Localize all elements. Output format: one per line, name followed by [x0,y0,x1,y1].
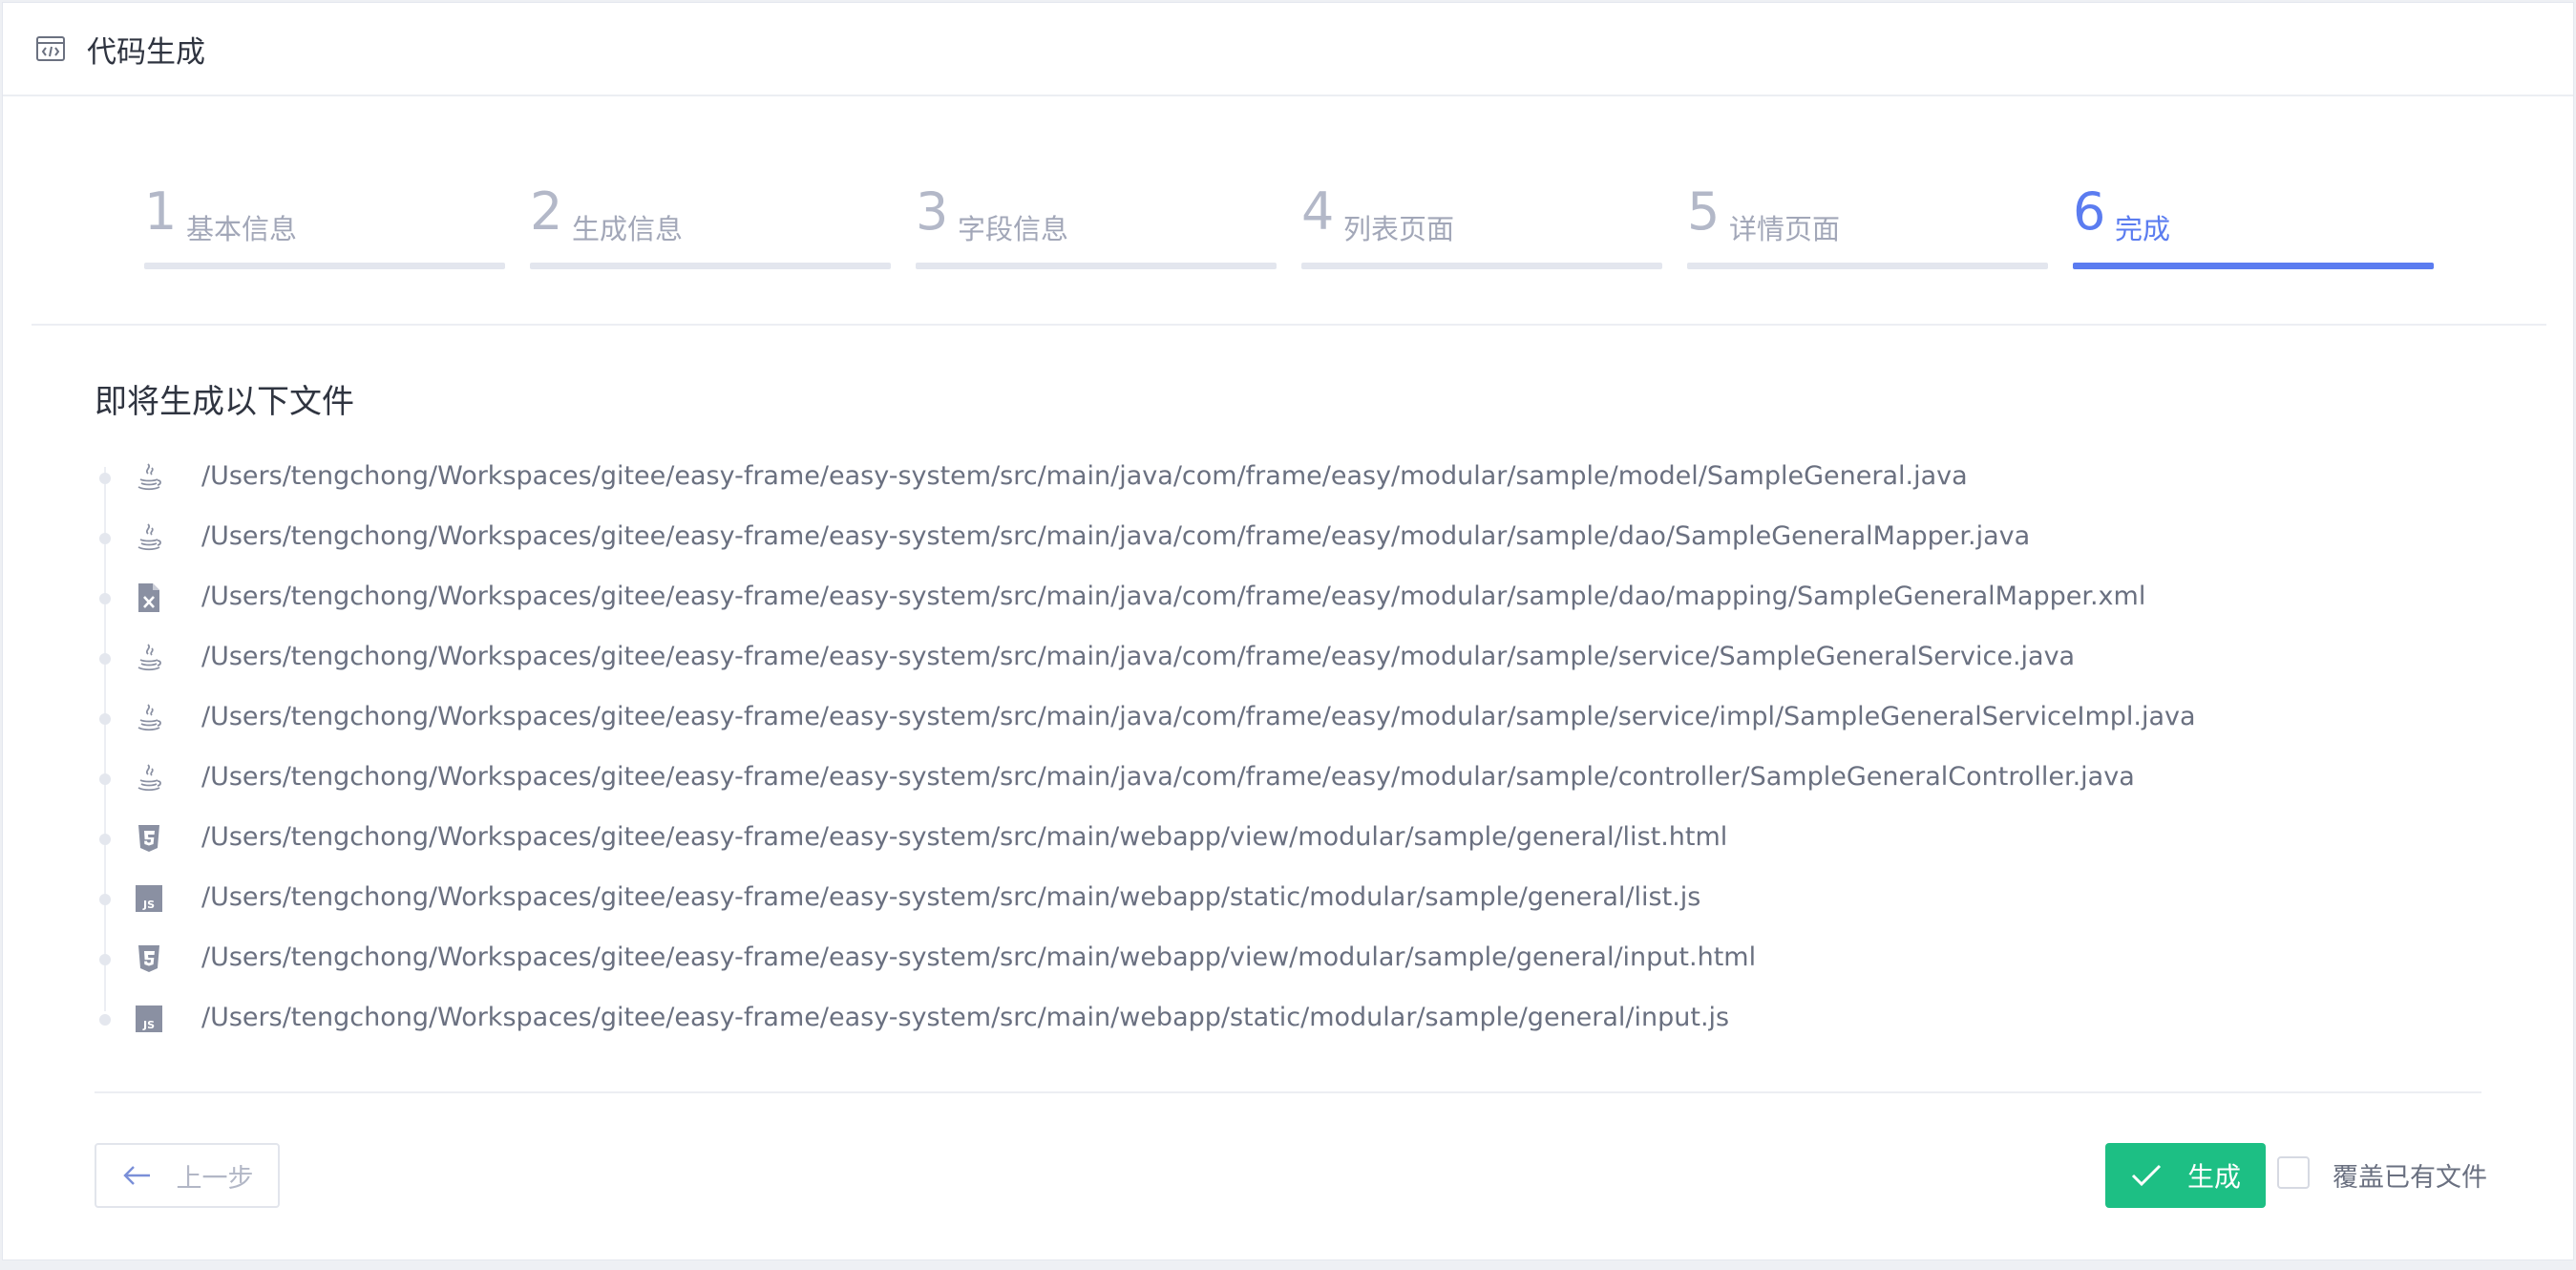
check-icon [2130,1163,2163,1188]
file-path: /Users/tengchong/Workspaces/gitee/easy-f… [201,521,2031,551]
list-item: /Users/tengchong/Workspaces/gitee/easy-f… [95,809,2481,869]
step-progress-bar [1301,263,1662,269]
step-progress-bar [530,263,891,269]
java-icon [133,700,165,736]
step-number: 3 [916,181,949,242]
step-1[interactable]: 1 基本信息 [144,184,505,274]
timeline-dot [99,954,111,965]
html5-icon [133,941,165,977]
list-item: JS/Users/tengchong/Workspaces/gitee/easy… [95,989,2481,1049]
timeline-dot [99,894,111,905]
java-icon [133,760,165,796]
step-number: 6 [2073,181,2106,242]
timeline-dot [99,713,111,725]
previous-step-label: 上一步 [176,1163,254,1194]
step-progress-bar [1687,263,2048,269]
step-progress-bar [144,263,505,269]
file-list: /Users/tengchong/Workspaces/gitee/easy-f… [95,448,2481,1049]
step-number: 2 [530,181,563,242]
divider [95,1091,2481,1093]
js-icon: JS [133,880,165,917]
list-item: /Users/tengchong/Workspaces/gitee/easy-f… [95,749,2481,809]
step-6[interactable]: 6 完成 [2073,184,2434,274]
code-window-icon [35,32,68,65]
step-label: 详情页面 [1729,213,1841,245]
file-path: /Users/tengchong/Workspaces/gitee/easy-f… [201,582,2146,611]
list-item: /Users/tengchong/Workspaces/gitee/easy-f… [95,929,2481,989]
html5-icon [133,820,165,857]
step-label: 列表页面 [1343,213,1455,245]
divider [32,324,2546,326]
step-progress-bar [2073,263,2434,269]
timeline-dot [99,653,111,665]
step-2[interactable]: 2 生成信息 [530,184,891,274]
file-path: /Users/tengchong/Workspaces/gitee/easy-f… [201,882,1701,912]
step-progress-bar [916,263,1277,269]
list-item: JS/Users/tengchong/Workspaces/gitee/easy… [95,869,2481,929]
js-icon: JS [133,1001,165,1037]
timeline-dot [99,773,111,785]
step-5[interactable]: 5 详情页面 [1687,184,2048,274]
file-path: /Users/tengchong/Workspaces/gitee/easy-f… [201,762,2135,792]
file-path: /Users/tengchong/Workspaces/gitee/easy-f… [201,461,1968,491]
code-generation-card: 代码生成 1 基本信息 2 生成信息 3 字段信息 4 列表页面 5 详情页面 6 完成 即将生成以下… [2,2,2574,1260]
arrow-left-icon [121,1164,152,1187]
java-icon [133,640,165,676]
file-path: /Users/tengchong/Workspaces/gitee/easy-f… [201,702,2196,731]
step-number: 5 [1687,181,1721,242]
generate-button[interactable]: 生成 [2105,1143,2266,1208]
file-path: /Users/tengchong/Workspaces/gitee/easy-f… [201,822,1728,852]
overwrite-label[interactable]: 覆盖已有文件 [2333,1156,2487,1194]
svg-text:JS: JS [142,899,155,911]
overwrite-checkbox[interactable] [2277,1156,2310,1189]
step-label: 生成信息 [572,213,684,245]
list-item: /Users/tengchong/Workspaces/gitee/easy-f… [95,628,2481,688]
list-item: /Users/tengchong/Workspaces/gitee/easy-f… [95,568,2481,628]
xml-file-icon [133,580,165,616]
step-label: 字段信息 [958,213,1069,245]
timeline-dot [99,473,111,484]
file-path: /Users/tengchong/Workspaces/gitee/easy-f… [201,642,2076,671]
generate-label: 生成 [2186,1161,2241,1193]
file-path: /Users/tengchong/Workspaces/gitee/easy-f… [201,1003,1730,1032]
timeline-dot [99,834,111,845]
java-icon [133,519,165,556]
step-number: 1 [144,181,178,242]
step-3[interactable]: 3 字段信息 [916,184,1277,274]
step-4[interactable]: 4 列表页面 [1301,184,1662,274]
timeline-dot [99,593,111,604]
file-path: /Users/tengchong/Workspaces/gitee/easy-f… [201,942,1757,972]
page-header: 代码生成 [3,3,2573,96]
timeline-dot [99,1014,111,1026]
svg-text:JS: JS [142,1019,155,1031]
step-label: 完成 [2115,213,2171,245]
step-number: 4 [1301,181,1335,242]
list-item: /Users/tengchong/Workspaces/gitee/easy-f… [95,688,2481,749]
timeline-dot [99,533,111,544]
page-title: 代码生成 [87,34,205,70]
list-item: /Users/tengchong/Workspaces/gitee/easy-f… [95,448,2481,508]
previous-step-button[interactable]: 上一步 [95,1143,280,1208]
wizard-steps: 1 基本信息 2 生成信息 3 字段信息 4 列表页面 5 详情页面 6 完成 [144,184,2436,280]
java-icon [133,459,165,496]
list-item: /Users/tengchong/Workspaces/gitee/easy-f… [95,508,2481,568]
section-title: 即将生成以下文件 [95,383,354,421]
step-label: 基本信息 [186,213,298,245]
